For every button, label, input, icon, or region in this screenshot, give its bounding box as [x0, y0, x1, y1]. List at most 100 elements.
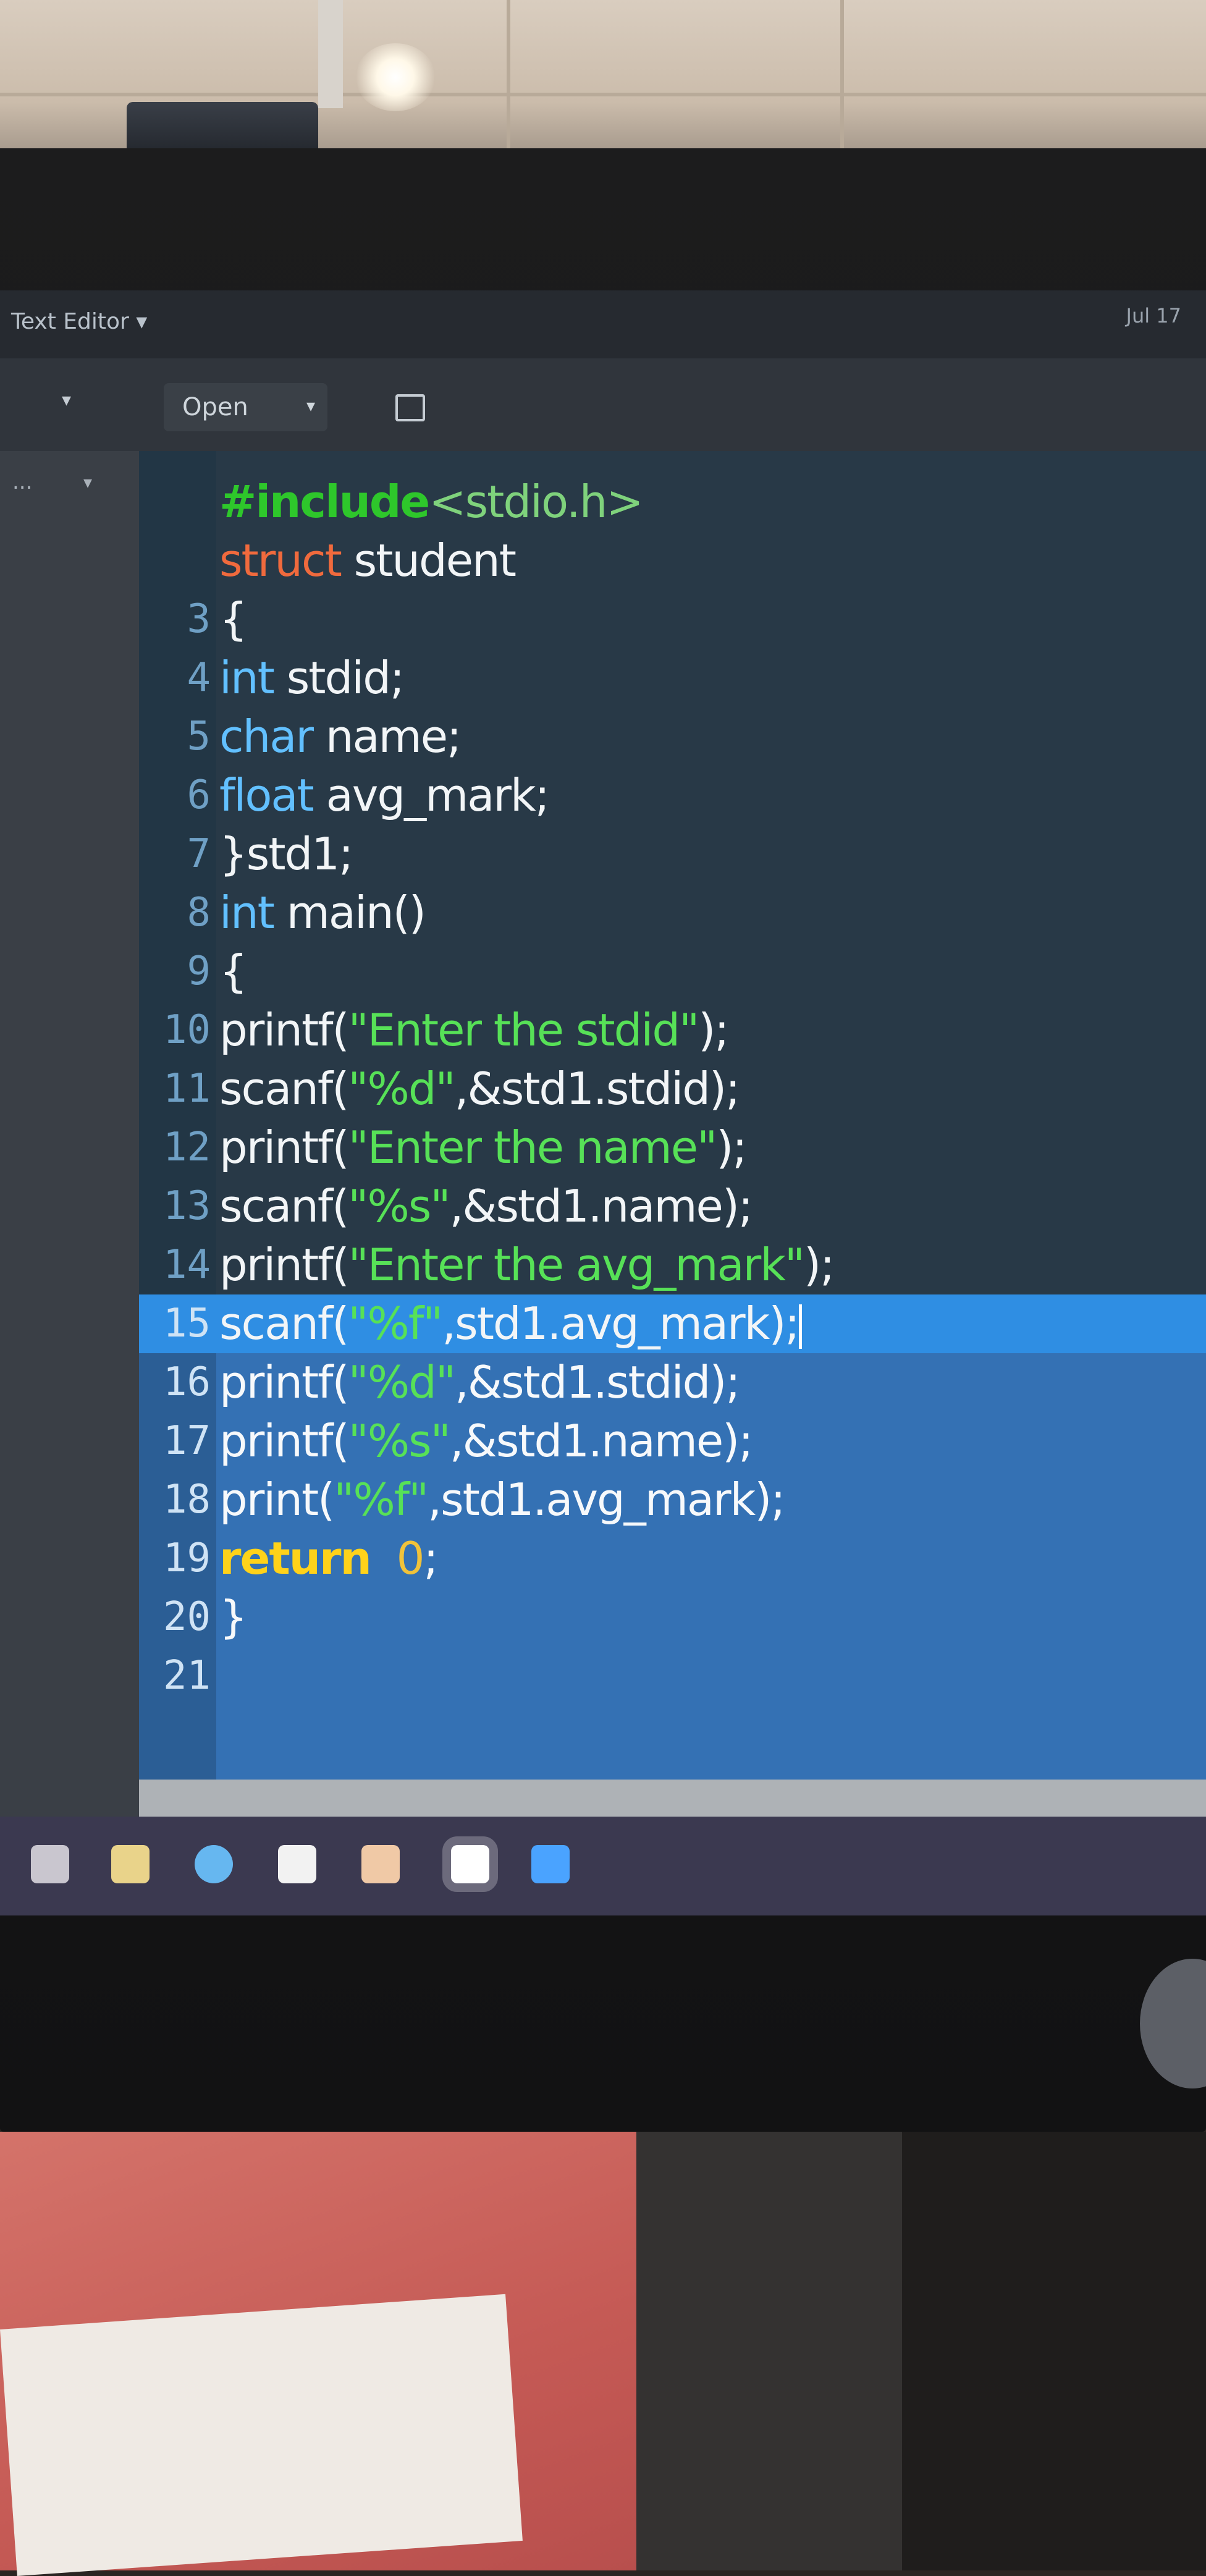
code-token: ,&std1.name); — [449, 1415, 754, 1467]
document-icon[interactable] — [278, 1845, 316, 1883]
code-token: "%d" — [348, 1356, 456, 1408]
code-token: { — [219, 945, 248, 997]
code-token: <stdio.h> — [429, 476, 643, 528]
text-editor-icon[interactable] — [442, 1836, 498, 1892]
code-text: } — [219, 1588, 248, 1647]
code-token: printf( — [219, 1239, 350, 1291]
line-number: 6 — [187, 772, 211, 818]
code-line[interactable]: 17 printf("%s",&std1.name); — [139, 1412, 1206, 1471]
code-token: "Enter the stdid" — [348, 1004, 700, 1056]
code-line[interactable]: 18 print("%f",std1.avg_mark); — [139, 1471, 1206, 1529]
app-menu[interactable]: Text Editor ▾ — [11, 309, 147, 334]
code-token: scanf( — [219, 1298, 349, 1349]
side-panel-menu[interactable]: ... — [12, 470, 32, 494]
code-line[interactable]: 8 int main() — [139, 884, 1206, 942]
chevron-down-icon[interactable]: ▾ — [83, 472, 92, 492]
paper-sheet — [0, 2294, 523, 2576]
code-text: int stdid; — [219, 649, 405, 707]
code-token: }std1; — [219, 828, 353, 880]
code-line[interactable]: 6 float avg_mark; — [139, 766, 1206, 825]
line-number: 12 — [162, 1125, 211, 1170]
code-line[interactable]: #include<stdio.h> — [139, 473, 1206, 531]
vscode-icon[interactable] — [531, 1845, 570, 1883]
code-text: printf("Enter the stdid"); — [219, 1001, 730, 1060]
save-icon[interactable] — [395, 394, 425, 421]
open-button[interactable]: Open ▾ — [164, 383, 327, 431]
code-line[interactable]: 3{ — [139, 590, 1206, 649]
code-text: printf("%d",&std1.stdid); — [219, 1353, 741, 1412]
code-line[interactable]: 14 printf("Enter the avg_mark"); — [139, 1236, 1206, 1294]
line-number: 20 — [162, 1594, 211, 1640]
code-editor[interactable]: #include<stdio.h> struct student 3{4 int st… — [139, 451, 1206, 1860]
code-token: { — [219, 593, 248, 645]
code-line[interactable]: 11 scanf("%d",&std1.stdid); — [139, 1060, 1206, 1118]
line-number: 16 — [162, 1359, 211, 1405]
code-token: "%f" — [334, 1474, 429, 1526]
code-text: scanf("%d",&std1.stdid); — [219, 1060, 741, 1118]
code-token: printf( — [219, 1415, 350, 1467]
code-token: printf( — [219, 1356, 350, 1408]
side-panel: ... ▾ — [0, 451, 139, 1860]
line-number: 10 — [162, 1007, 211, 1053]
code-line[interactable]: 20} — [139, 1588, 1206, 1647]
chevron-down-icon[interactable]: ▾ — [62, 389, 71, 411]
code-token: float — [219, 769, 314, 821]
line-number: 9 — [187, 948, 211, 994]
code-token: "%s" — [348, 1415, 451, 1467]
code-line[interactable]: 19 return 0; — [139, 1529, 1206, 1588]
code-line[interactable]: 9{ — [139, 942, 1206, 1001]
code-text: printf("%s",&std1.name); — [219, 1412, 753, 1471]
code-token: ); — [804, 1239, 835, 1291]
code-text: scanf("%s",&std1.name); — [219, 1177, 753, 1236]
code-token: scanf( — [219, 1063, 349, 1115]
code-token: printf( — [219, 1121, 350, 1173]
code-line[interactable]: struct student — [139, 531, 1206, 590]
code-line[interactable]: 5 char name; — [139, 707, 1206, 766]
code-text: float avg_mark; — [219, 766, 550, 825]
ceiling-light — [355, 43, 436, 111]
code-token: struct — [219, 534, 342, 586]
text-cursor — [798, 1304, 802, 1349]
code-token: name; — [312, 711, 462, 762]
code-line[interactable]: 4 int stdid; — [139, 649, 1206, 707]
line-number: 3 — [187, 596, 211, 642]
code-token: int — [219, 652, 275, 704]
line-number: 14 — [162, 1242, 211, 1288]
line-number: 18 — [162, 1477, 211, 1522]
code-line[interactable]: 21 — [139, 1647, 1206, 1705]
code-token: main() — [273, 887, 426, 939]
line-number: 4 — [187, 655, 211, 701]
open-button-label: Open — [182, 393, 248, 421]
code-text: #include<stdio.h> — [219, 473, 644, 531]
code-line[interactable]: 10 printf("Enter the stdid"); — [139, 1001, 1206, 1060]
code-token: printf( — [219, 1004, 350, 1056]
code-line[interactable]: 7}std1; — [139, 825, 1206, 884]
code-line[interactable]: 13 scanf("%s",&std1.name); — [139, 1177, 1206, 1236]
code-token: char — [219, 711, 314, 762]
line-number: 8 — [187, 890, 211, 935]
stand-shadow — [902, 2132, 1206, 2570]
code-line[interactable]: 12 printf("Enter the name"); — [139, 1118, 1206, 1177]
code-token: ); — [716, 1121, 747, 1173]
browser-icon[interactable] — [195, 1845, 233, 1883]
ceiling-grid-line — [507, 0, 510, 148]
code-token: print( — [219, 1474, 335, 1526]
code-token: #include — [219, 476, 430, 528]
code-text: char name; — [219, 707, 462, 766]
taskbar-dock — [0, 1817, 1206, 1915]
store-icon[interactable] — [361, 1845, 400, 1883]
code-token: 0 — [396, 1532, 425, 1584]
code-token: return — [219, 1532, 372, 1584]
files-icon[interactable] — [111, 1845, 150, 1883]
code-line[interactable]: 15 scanf("%f",std1.avg_mark); — [139, 1294, 1206, 1353]
code-text: }std1; — [219, 825, 353, 884]
code-token: "%f" — [348, 1298, 443, 1349]
terminal-icon[interactable] — [31, 1845, 69, 1883]
clock[interactable]: Jul 17 — [1126, 304, 1182, 327]
ceiling-grid-line — [0, 93, 1206, 96]
code-line[interactable]: 16 printf("%d",&std1.stdid); — [139, 1353, 1206, 1412]
code-token: ,&std1.stdid); — [454, 1063, 741, 1115]
code-token: avg_mark; — [313, 769, 550, 821]
code-text: int main() — [219, 884, 426, 942]
